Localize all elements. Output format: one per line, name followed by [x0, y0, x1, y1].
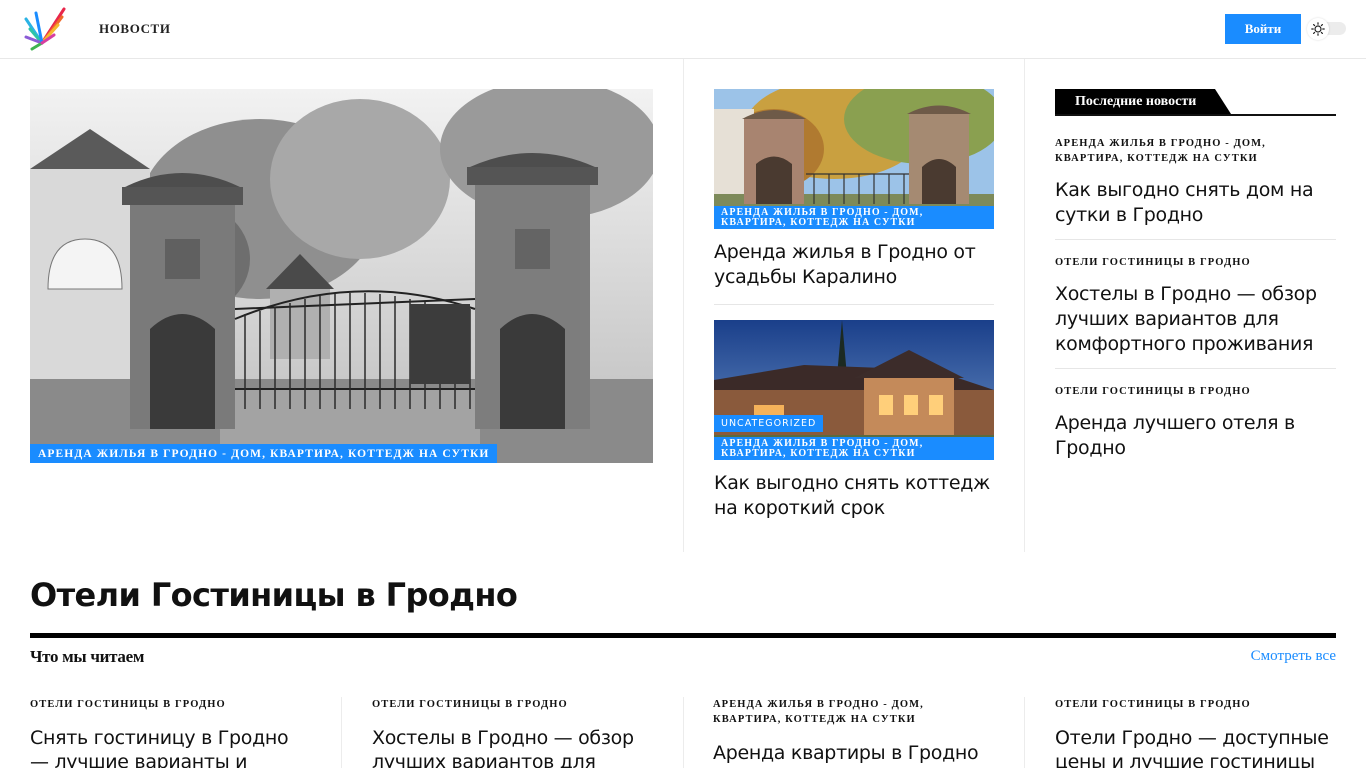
article-category[interactable]: ОТЕЛИ ГОСТИНИЦЫ В ГРОДНО [30, 697, 311, 712]
section-title[interactable]: Отели Гостиницы в Гродно [30, 576, 518, 614]
featured-category-tag[interactable]: АРЕНДА ЖИЛЬЯ В ГРОДНО - ДОМ, КВАРТИРА, К… [30, 444, 498, 463]
article-title[interactable]: Как выгодно снять коттедж на короткий ср… [714, 471, 994, 521]
column-divider [1024, 697, 1025, 768]
sidebar-item-title[interactable]: Как выгодно снять дом на сутки в Гродно [1055, 178, 1336, 228]
article-title[interactable]: Аренда квартиры в Гродно на [713, 741, 994, 768]
article-item[interactable]: ОТЕЛИ ГОСТИНИЦЫ В ГРОДНО Хостелы в Гродн… [372, 697, 653, 768]
article-category-tag[interactable]: АРЕНДА ЖИЛЬЯ В ГРОДНО - ДОМ, КВАРТИРА, К… [714, 437, 994, 460]
theme-toggle[interactable] [1307, 18, 1347, 40]
sidebar-item-category[interactable]: ОТЕЛИ ГОСТИНИЦЫ В ГРОДНО [1055, 384, 1336, 399]
article-item[interactable]: АРЕНДА ЖИЛЬЯ В ГРОДНО - ДОМ, КВАРТИРА, К… [713, 697, 994, 768]
site-logo[interactable] [22, 5, 68, 53]
article-category[interactable]: ОТЕЛИ ГОСТИНИЦЫ В ГРОДНО [372, 697, 653, 712]
sidebar-item[interactable]: ОТЕЛИ ГОСТИНИЦЫ В ГРОДНО Аренда лучшего … [1055, 384, 1336, 461]
article-title[interactable]: Аренда жилья в Гродно от усадьбы Каралин… [714, 240, 994, 290]
login-button[interactable]: Войти [1225, 14, 1301, 44]
section-rule [30, 633, 1336, 638]
article-item[interactable]: ОТЕЛИ ГОСТИНИЦЫ В ГРОДНО Отели Гродно — … [1055, 697, 1336, 768]
sidebar-item-category[interactable]: АРЕНДА ЖИЛЬЯ В ГРОДНО - ДОМ, КВАРТИРА, К… [1055, 136, 1336, 166]
featured-article-image[interactable]: АРЕНДА ЖИЛЬЯ В ГРОДНО - ДОМ, КВАРТИРА, К… [30, 89, 653, 463]
divider [1055, 368, 1336, 369]
latest-news-header: Последние новости [1055, 89, 1336, 116]
article-image[interactable]: АРЕНДА ЖИЛЬЯ В ГРОДНО - ДОМ, КВАРТИРА, К… [714, 89, 994, 229]
article-card[interactable]: АРЕНДА ЖИЛЬЯ В ГРОДНО - ДОМ, КВАРТИРА, К… [714, 89, 994, 290]
article-card[interactable]: UNCATEGORIZED АРЕНДА ЖИЛЬЯ В ГРОДНО - ДО… [714, 320, 994, 521]
divider [714, 304, 994, 305]
article-category[interactable]: ОТЕЛИ ГОСТИНИЦЫ В ГРОДНО [1055, 697, 1336, 712]
article-title[interactable]: Хостелы в Гродно — обзор лучших варианто… [372, 726, 653, 768]
latest-news-heading: Последние новости [1055, 89, 1231, 114]
divider [1055, 239, 1336, 240]
sidebar-item-title[interactable]: Хостелы в Гродно — обзор лучших варианто… [1055, 282, 1336, 357]
reading-label: Что мы читаем [30, 647, 145, 666]
article-category[interactable]: АРЕНДА ЖИЛЬЯ В ГРОДНО - ДОМ, КВАРТИРА, К… [713, 697, 994, 727]
sun-icon [1307, 18, 1329, 40]
column-divider [683, 697, 684, 768]
article-title[interactable]: Снять гостиницу в Гродно — лучшие вариан… [30, 726, 311, 768]
sidebar-item-category[interactable]: ОТЕЛИ ГОСТИНИЦЫ В ГРОДНО [1055, 255, 1336, 270]
column-divider [341, 697, 342, 768]
see-all-link[interactable]: Смотреть все [1251, 648, 1336, 665]
sidebar-item[interactable]: АРЕНДА ЖИЛЬЯ В ГРОДНО - ДОМ, КВАРТИРА, К… [1055, 136, 1336, 228]
site-header: НОВОСТИ Войти [0, 0, 1366, 59]
column-divider [1024, 59, 1025, 552]
article-title[interactable]: Отели Гродно — доступные цены и лучшие г… [1055, 726, 1336, 768]
nav-news-link[interactable]: НОВОСТИ [99, 21, 171, 37]
column-divider [683, 59, 684, 552]
sidebar-item-title[interactable]: Аренда лучшего отеля в Гродно [1055, 411, 1336, 461]
article-item[interactable]: ОТЕЛИ ГОСТИНИЦЫ В ГРОДНО Снять гостиницу… [30, 697, 311, 768]
article-image[interactable]: UNCATEGORIZED АРЕНДА ЖИЛЬЯ В ГРОДНО - ДО… [714, 320, 994, 460]
sidebar-item[interactable]: ОТЕЛИ ГОСТИНИЦЫ В ГРОДНО Хостелы в Гродн… [1055, 255, 1336, 357]
article-category-tag[interactable]: АРЕНДА ЖИЛЬЯ В ГРОДНО - ДОМ, КВАРТИРА, К… [714, 206, 994, 229]
uncategorized-tag[interactable]: UNCATEGORIZED [714, 415, 824, 432]
